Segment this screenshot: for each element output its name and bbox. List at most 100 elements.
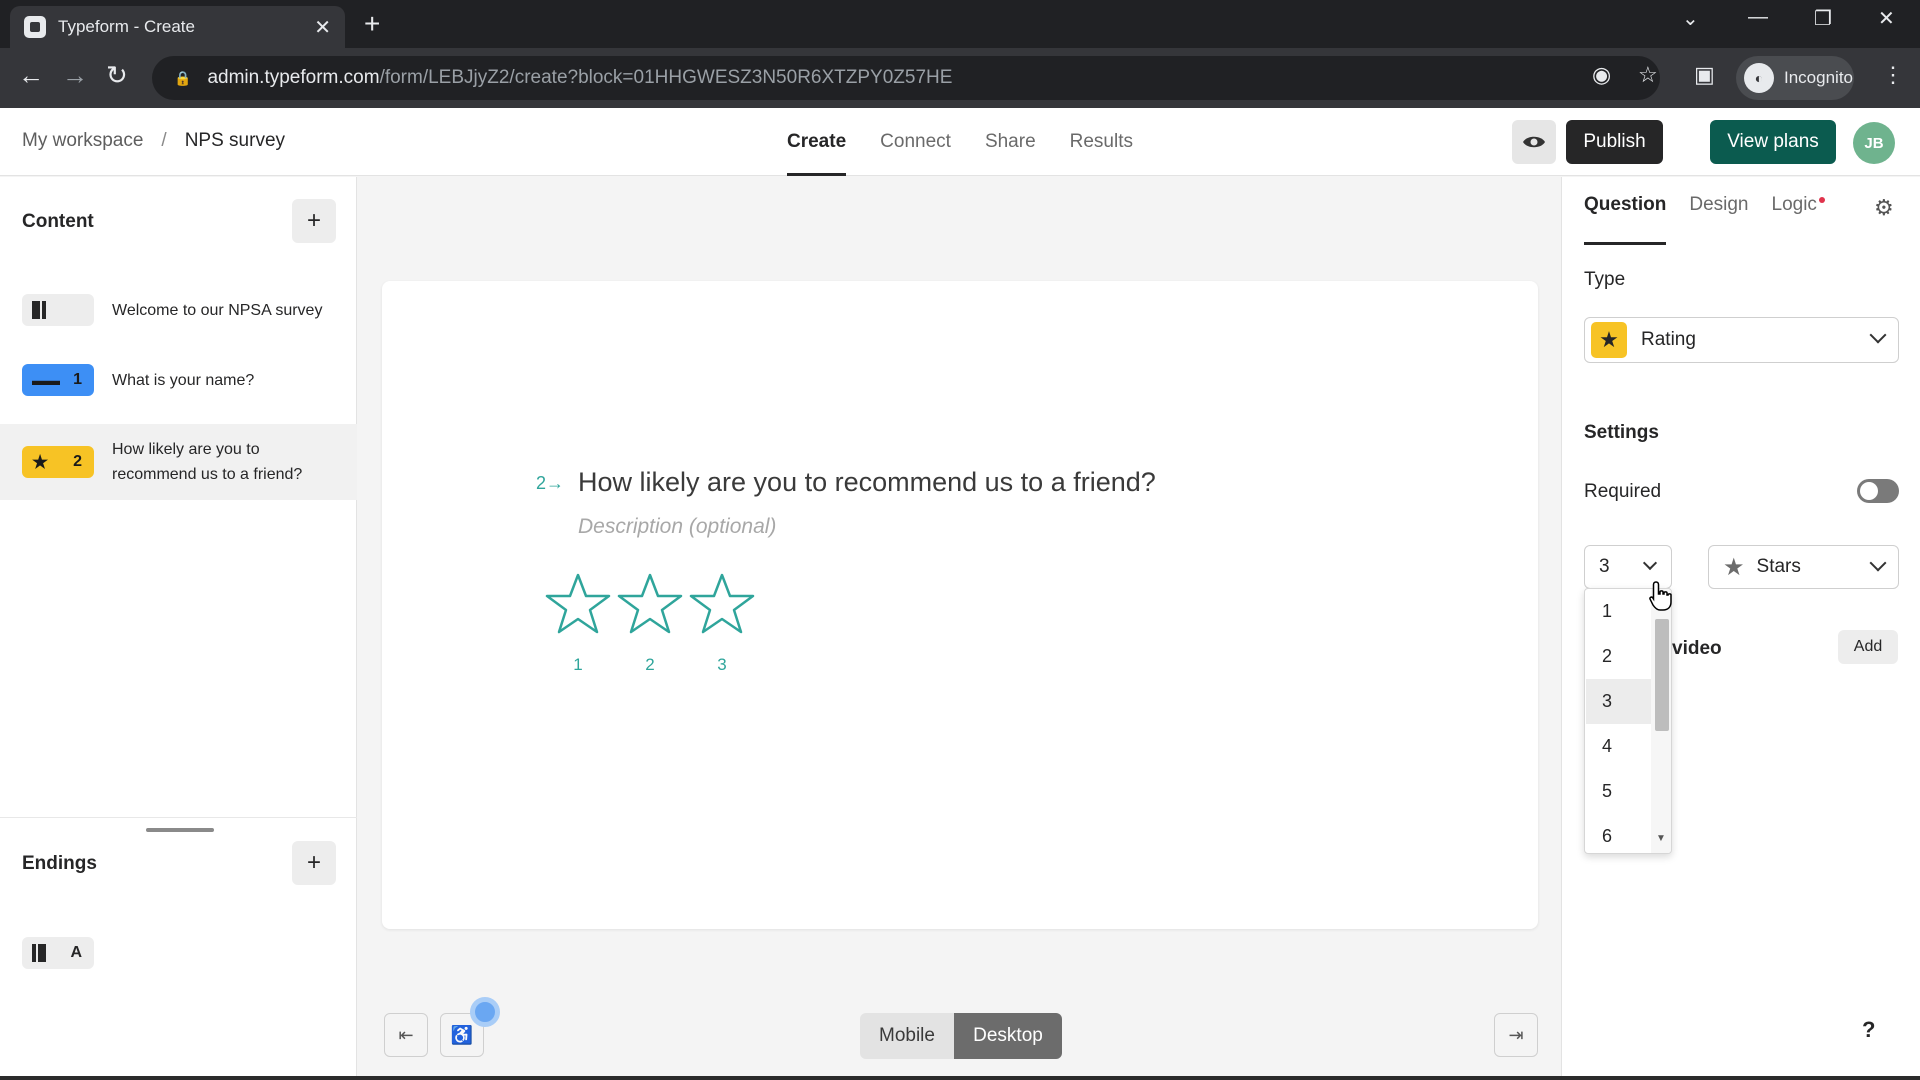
toggle-right-panel-button[interactable]: ⇥ <box>1494 1013 1538 1057</box>
sidebar-item-welcome[interactable]: Welcome to our NPSA survey <box>0 275 357 345</box>
eye-icon <box>1523 136 1545 148</box>
short-text-icon: ▬▬ <box>32 372 60 388</box>
back-icon[interactable]: ← <box>18 60 44 91</box>
incognito-indicator[interactable]: ◐ Incognito <box>1736 56 1854 100</box>
restore-icon[interactable]: ❐ <box>1814 6 1832 31</box>
chevron-down-icon <box>1869 326 1887 344</box>
collapse-left-icon: ⇤ <box>398 1024 414 1045</box>
gear-icon[interactable]: ⚙ <box>1874 195 1894 221</box>
tab-search-chevron-icon[interactable]: ⌄ <box>1682 6 1699 31</box>
url-path: /form/LEBJjyZ2/create?block=01HHGWESZ3N5… <box>379 67 953 88</box>
star-icon: ★ <box>32 451 49 472</box>
logic-alert-dot <box>1818 197 1825 203</box>
dropdown-scroll-thumb[interactable] <box>1655 619 1669 731</box>
browser-tab[interactable]: Typeform - Create ✕ <box>10 6 345 48</box>
tab-create[interactable]: Create <box>787 108 847 176</box>
scroll-down-arrow-icon[interactable]: ▼ <box>1656 833 1666 844</box>
resize-handle[interactable] <box>146 828 214 832</box>
ending-badge: A <box>22 937 94 969</box>
rating-star-3[interactable] <box>688 571 756 637</box>
breadcrumb-workspace[interactable]: My workspace <box>22 130 143 151</box>
rating-star-1[interactable] <box>544 571 612 637</box>
star-outline-icon <box>689 573 755 634</box>
steps-option[interactable]: 2 <box>1586 634 1652 679</box>
forward-icon[interactable]: → <box>62 60 88 91</box>
required-toggle[interactable] <box>1857 479 1899 503</box>
shape-select[interactable]: ★ Stars <box>1708 545 1899 589</box>
collapse-right-icon: ⇥ <box>1508 1024 1524 1045</box>
tab-share[interactable]: Share <box>985 108 1036 176</box>
steps-option-selected[interactable]: 3 <box>1586 679 1652 724</box>
steps-option[interactable]: 6 <box>1586 814 1652 853</box>
app-header: My workspace / NPS survey Create Connect S… <box>0 108 1920 176</box>
star-outline-icon <box>545 573 611 634</box>
settings-heading: Settings <box>1584 422 1659 443</box>
question-number: 2 <box>73 453 82 470</box>
short-text-badge: ▬▬ 1 <box>22 364 94 396</box>
close-tab-icon[interactable]: ✕ <box>314 15 331 40</box>
address-bar[interactable]: 🔒 admin.typeform.com/form/LEBJjyZ2/creat… <box>152 56 1660 100</box>
device-view-toggle: Mobile Desktop <box>860 1013 1062 1059</box>
plus-icon: + <box>306 849 321 876</box>
question-preview-card: 2→ How likely are you to recommend us to… <box>382 281 1538 929</box>
tab-results[interactable]: Results <box>1070 108 1133 176</box>
main-tabs: Create Connect Share Results <box>787 108 1167 176</box>
section-divider <box>0 817 357 818</box>
desktop-view-button[interactable]: Desktop <box>954 1013 1062 1059</box>
sidebar-item-ending[interactable]: A <box>0 933 357 973</box>
sidebar-item-name-question[interactable]: ▬▬ 1 What is your name? <box>0 352 357 408</box>
publish-button[interactable]: Publish <box>1566 120 1663 164</box>
browser-menu-icon[interactable]: ⋮ <box>1882 62 1904 88</box>
tab-logic[interactable]: Logic <box>1772 177 1825 245</box>
tab-connect[interactable]: Connect <box>880 108 951 176</box>
steps-option[interactable]: 5 <box>1586 769 1652 814</box>
toggle-left-panel-button[interactable]: ⇤ <box>384 1013 428 1057</box>
sidebar-item-label: How likely are you to recommend us to a … <box>112 441 303 483</box>
content-heading: Content <box>22 211 94 232</box>
reload-icon[interactable]: ↻ <box>106 60 128 91</box>
typeform-favicon-icon <box>24 16 46 38</box>
chevron-down-icon <box>1869 554 1887 572</box>
question-title[interactable]: How likely are you to recommend us to a … <box>578 467 1156 498</box>
arrow-right-icon: → <box>546 473 565 493</box>
close-window-icon[interactable]: ✕ <box>1878 6 1895 31</box>
view-plans-button[interactable]: View plans <box>1710 120 1836 164</box>
add-content-button[interactable]: + <box>292 199 336 243</box>
rating-star-label: 2 <box>645 655 655 674</box>
question-number-indicator: 2→ <box>536 473 565 493</box>
browser-tab-bar: Typeform - Create ✕ + ⌄ — ❐ ✕ <box>0 0 1920 48</box>
tab-design[interactable]: Design <box>1689 177 1748 245</box>
sidebar-item-label: Welcome to our NPSA survey <box>112 301 323 319</box>
lock-icon[interactable]: 🔒 <box>174 70 191 87</box>
avatar[interactable]: JB <box>1853 122 1895 164</box>
new-tab-icon[interactable]: + <box>364 8 380 40</box>
add-media-button[interactable]: Add <box>1838 630 1898 664</box>
star-icon: ★ <box>1723 553 1745 581</box>
add-ending-button[interactable]: + <box>292 841 336 885</box>
rating-star-2[interactable] <box>616 571 684 637</box>
steps-option[interactable]: 1 <box>1586 589 1652 634</box>
ending-screen-icon <box>32 944 46 962</box>
sidebar-item-rating-question[interactable]: ★ 2 How likely are you to recommend us t… <box>0 424 357 500</box>
preview-eye-button[interactable] <box>1512 120 1556 164</box>
side-panel-icon[interactable]: ▣ <box>1694 62 1715 88</box>
welcome-screen-icon <box>32 301 46 319</box>
bottom-edge <box>0 1076 1920 1080</box>
question-description-field[interactable]: Description (optional) <box>578 515 776 539</box>
url-host: admin.typeform.com <box>207 67 380 88</box>
form-canvas: 2→ How likely are you to recommend us to… <box>358 177 1560 1080</box>
tracking-protection-icon[interactable]: ◉ <box>1592 62 1611 88</box>
tab-question[interactable]: Question <box>1584 177 1667 245</box>
minimize-icon[interactable]: — <box>1748 6 1768 29</box>
help-icon[interactable]: ? <box>1862 1017 1875 1043</box>
browser-tab-title: Typeform - Create <box>58 17 195 36</box>
welcome-screen-badge <box>22 294 94 326</box>
question-type-select[interactable]: ★ Rating <box>1584 317 1899 363</box>
bookmark-star-icon[interactable]: ☆ <box>1638 62 1658 88</box>
question-type-value: Rating <box>1641 329 1696 350</box>
mobile-view-button[interactable]: Mobile <box>860 1013 954 1059</box>
shape-value: Stars <box>1756 556 1801 577</box>
breadcrumb: My workspace / NPS survey <box>22 130 285 152</box>
breadcrumb-form-name[interactable]: NPS survey <box>185 130 285 151</box>
steps-option[interactable]: 4 <box>1586 724 1652 769</box>
